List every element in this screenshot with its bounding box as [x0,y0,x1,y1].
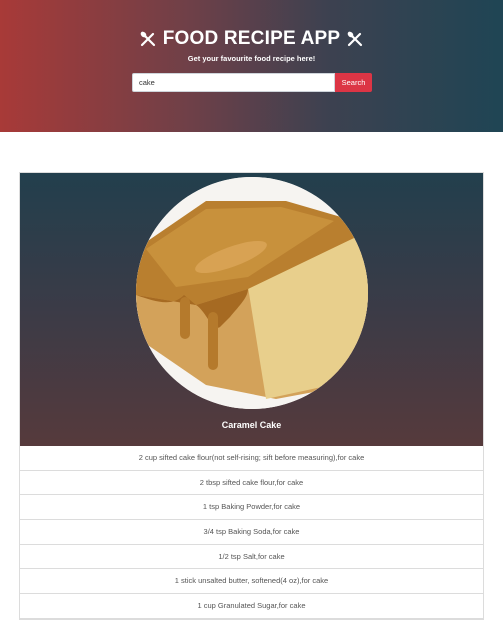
search-bar: Search [132,73,372,92]
ingredient-item: 1 stick unsalted butter, softened(4 oz),… [20,569,483,595]
recipe-title: Caramel Cake [221,420,282,430]
recipe-card-header: Caramel Cake [20,173,483,446]
app-subtitle: Get your favourite food recipe here! [187,54,316,63]
app-title-row: FOOD RECIPE APP [0,25,503,53]
ingredient-item: 2 cup sifted cake flour(not self-rising;… [20,446,483,471]
fork-spoon-icon [139,30,157,48]
ingredient-item: 2 tbsp sifted cake flour,for cake [20,471,483,496]
ingredients-list: 2 cup sifted cake flour(not self-rising;… [20,446,483,619]
ingredient-item: 1 tsp Baking Powder,for cake [20,495,483,521]
search-button[interactable]: Search [335,73,372,92]
recipe-image [136,177,368,409]
ingredient-item: 1/2 tsp Salt,for cake [20,545,483,570]
app-header: FOOD RECIPE APP Get your favourite food … [0,0,503,132]
search-input[interactable] [132,73,335,92]
ingredient-item: 1 cup Granulated Sugar,for cake [20,594,483,619]
app-title: FOOD RECIPE APP [162,28,341,49]
ingredient-item: 3/4 tsp Baking Soda,for cake [20,520,483,545]
fork-spoon-icon [346,30,364,48]
recipe-card: Caramel Cake 2 cup sifted cake flour(not… [19,172,484,620]
